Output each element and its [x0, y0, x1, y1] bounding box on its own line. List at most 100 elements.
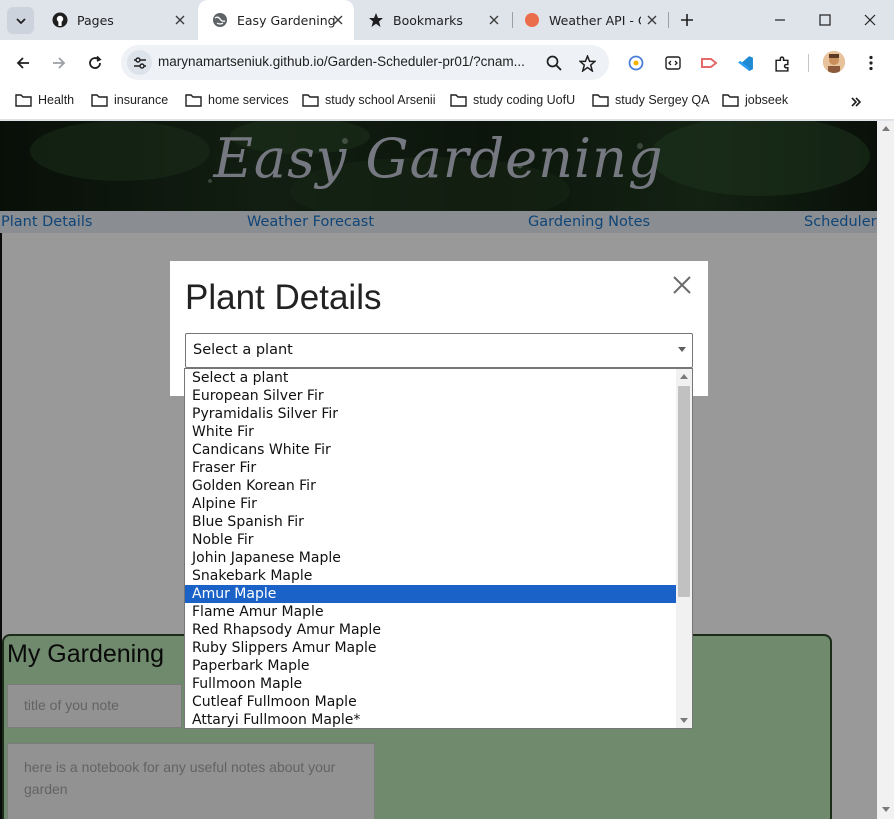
star-icon: [368, 12, 384, 28]
folder-icon: [302, 94, 319, 107]
tab-search-button[interactable]: [7, 7, 34, 34]
plant-option[interactable]: Golden Korean Fir: [185, 477, 676, 495]
reload-button[interactable]: [83, 51, 107, 75]
arrow-right-icon: [53, 57, 66, 69]
plant-option[interactable]: Candicans White Fir: [185, 441, 676, 459]
bookmark-folder[interactable]: home services: [185, 93, 289, 107]
bookmarks-bar: Health insurance home services study sch…: [0, 85, 894, 120]
plant-select[interactable]: Select a plant: [185, 333, 693, 368]
scroll-up-icon[interactable]: [680, 374, 688, 379]
plant-option[interactable]: Select a plant: [185, 369, 676, 387]
bookmark-star-icon[interactable]: [577, 53, 597, 73]
plant-option[interactable]: Alpine Fir: [185, 495, 676, 513]
back-button[interactable]: [11, 51, 35, 75]
tab-pages[interactable]: Pages: [38, 0, 196, 40]
plant-option[interactable]: Paperbark Maple: [185, 657, 676, 675]
modal-close-button[interactable]: [670, 273, 694, 297]
scroll-down-icon[interactable]: [680, 718, 688, 723]
scroll-down-icon[interactable]: [882, 807, 890, 812]
globe-icon: [212, 12, 228, 28]
openweather-icon: [524, 12, 540, 28]
plant-options-list: Select a plant European Silver Fir Pyramid…: [185, 369, 676, 728]
close-window-button[interactable]: [860, 10, 880, 30]
plant-option[interactable]: Amur Maple: [185, 585, 676, 603]
bookmark-folder[interactable]: jobseek: [722, 93, 788, 107]
bookmark-folder[interactable]: study school Arsenii: [302, 93, 435, 107]
plant-option[interactable]: Johin Japanese Maple: [185, 549, 676, 567]
extensions-puzzle-icon[interactable]: [771, 52, 793, 74]
url-text: marynamartseniuk.github.io/Garden-Schedu…: [158, 54, 525, 69]
folder-icon: [185, 94, 202, 107]
tab-title: Pages: [77, 12, 114, 28]
tab-title: Easy Gardening: [237, 12, 336, 28]
close-icon[interactable]: [330, 12, 346, 28]
folder-icon: [91, 94, 108, 107]
bookmark-folder[interactable]: study Sergey QA: [592, 93, 710, 107]
browser-toolbar: marynamartseniuk.github.io/Garden-Schedu…: [0, 40, 894, 85]
plant-option[interactable]: Blue Spanish Fir: [185, 513, 676, 531]
menu-dots-icon[interactable]: [860, 52, 882, 74]
bookmark-label: jobseek: [745, 93, 789, 107]
tab-strip: Pages Easy Gardening Bookmarks Weather A…: [0, 0, 894, 40]
tab-bookmarks[interactable]: Bookmarks: [354, 0, 510, 40]
extension-code-icon[interactable]: [662, 52, 684, 74]
plant-option[interactable]: Ruby Slippers Amur Maple: [185, 639, 676, 657]
arrow-left-icon: [16, 57, 29, 69]
close-icon: [673, 276, 691, 294]
minimize-button[interactable]: [770, 10, 790, 30]
folder-icon: [722, 94, 739, 107]
bookmarks-overflow-button[interactable]: [847, 93, 865, 111]
github-icon: [52, 12, 68, 28]
plant-option[interactable]: Noble Fir: [185, 531, 676, 549]
modal-title: Plant Details: [185, 278, 382, 317]
plant-select-value: Select a plant: [193, 342, 293, 358]
double-chevron-right-icon: [851, 97, 862, 107]
bookmark-label: study Sergey QA: [615, 93, 710, 107]
tab-weather-api[interactable]: Weather API - O: [510, 0, 668, 40]
close-icon[interactable]: [486, 12, 502, 28]
dropdown-scrollbar[interactable]: [676, 369, 692, 728]
scrollbar-thumb[interactable]: [678, 386, 690, 597]
plant-option[interactable]: Snakebark Maple: [185, 567, 676, 585]
plant-option[interactable]: Red Rhapsody Amur Maple: [185, 621, 676, 639]
caret-down-icon: [678, 347, 686, 352]
tab-separator: [668, 12, 669, 28]
extension-translate-icon[interactable]: [625, 52, 647, 74]
page-scrollbar[interactable]: [877, 121, 894, 819]
plant-option[interactable]: Cutleaf Fullmoon Maple: [185, 693, 676, 711]
bookmark-label: insurance: [114, 93, 169, 107]
bookmark-label: study school Arsenii: [325, 93, 436, 107]
folder-icon: [15, 94, 32, 107]
tab-title: Weather API - O: [549, 12, 641, 28]
address-bar[interactable]: marynamartseniuk.github.io/Garden-Schedu…: [121, 45, 609, 80]
plant-option[interactable]: Fullmoon Maple: [185, 675, 676, 693]
scroll-up-icon[interactable]: [882, 126, 890, 131]
plant-option[interactable]: Attaryi Fullmoon Maple*: [185, 711, 676, 728]
forward-button[interactable]: [47, 51, 71, 75]
extension-record-icon[interactable]: [698, 52, 720, 74]
zoom-icon[interactable]: [544, 53, 564, 73]
plant-option[interactable]: Flame Amur Maple: [185, 603, 676, 621]
minimize-icon: [775, 19, 785, 21]
close-icon[interactable]: [172, 12, 188, 28]
tab-easy-gardening[interactable]: Easy Gardening: [198, 0, 354, 40]
plant-option[interactable]: European Silver Fir: [185, 387, 676, 405]
bookmark-folder[interactable]: study coding UofU: [450, 93, 575, 107]
vscode-icon[interactable]: [734, 52, 756, 74]
site-info-icon[interactable]: [127, 50, 152, 75]
plant-option[interactable]: Fraser Fir: [185, 459, 676, 477]
bookmark-label: home services: [208, 93, 289, 107]
maximize-button[interactable]: [815, 10, 835, 30]
bookmark-label: Health: [38, 93, 75, 107]
bookmark-folder[interactable]: insurance: [91, 93, 168, 107]
bookmark-folder[interactable]: Health: [15, 93, 74, 107]
maximize-icon: [819, 14, 831, 26]
plant-option[interactable]: Pyramidalis Silver Fir: [185, 405, 676, 423]
profile-avatar[interactable]: [823, 51, 845, 73]
folder-icon: [450, 94, 467, 107]
plant-option[interactable]: White Fir: [185, 423, 676, 441]
tab-title: Bookmarks: [393, 12, 463, 28]
close-icon[interactable]: [644, 12, 660, 28]
new-tab-button[interactable]: [677, 10, 697, 30]
chevron-down-icon: [15, 17, 26, 24]
